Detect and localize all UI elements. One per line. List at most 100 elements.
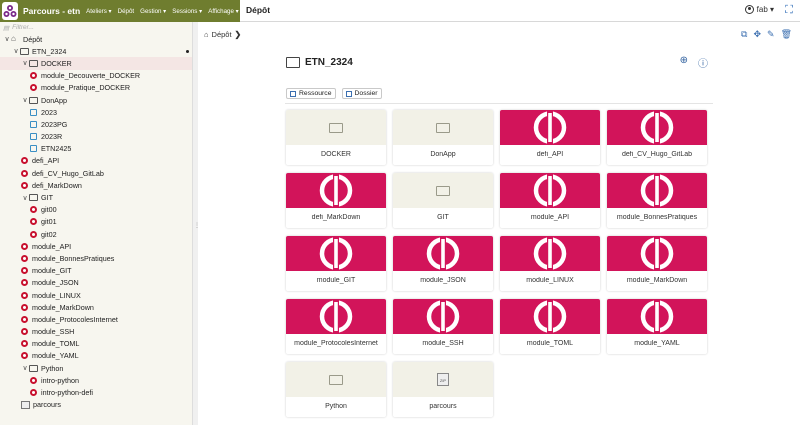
move-icon[interactable]: ✥ (753, 29, 761, 40)
item-card[interactable]: GIT (393, 173, 493, 228)
item-card[interactable]: module_JSON (393, 236, 493, 291)
tree-item[interactable]: git00 (0, 204, 192, 216)
item-card[interactable]: defi_MarkDown (286, 173, 386, 228)
add-ressource-label: Ressource (299, 90, 332, 97)
tree-item[interactable]: git01 (0, 216, 192, 228)
tree-item[interactable]: module_MarkDown (0, 301, 192, 313)
tree-item[interactable]: module_YAML (0, 350, 192, 362)
breadcrumb-depot[interactable]: Dépôt (212, 30, 232, 39)
item-card[interactable]: module_TOML (500, 299, 600, 354)
tree-item-label: GIT (41, 193, 53, 203)
chevron-down-icon[interactable]: ∨ (21, 194, 29, 202)
chevron-down-icon[interactable]: ∨ (21, 96, 29, 104)
tree-item-label: module_JSON (32, 278, 79, 288)
tree-item[interactable]: module_JSON (0, 277, 192, 289)
item-card[interactable]: DonApp (393, 110, 493, 165)
item-card[interactable]: module_SSH (393, 299, 493, 354)
tree-item[interactable]: ∨ GIT (0, 191, 192, 203)
chevron-down-icon[interactable]: ∨ (12, 47, 20, 55)
tree-item[interactable]: defi_MarkDown (0, 179, 192, 191)
add-ressource-button[interactable]: Ressource (286, 88, 336, 99)
item-card[interactable]: module_API (500, 173, 600, 228)
tree-item[interactable]: module_API (0, 240, 192, 252)
tree-item[interactable]: module_Decouverte_DOCKER (0, 70, 192, 82)
menu-ateliers[interactable]: Ateliers ▾ (86, 8, 111, 15)
edit-icon[interactable]: ✎ (767, 29, 775, 40)
item-card[interactable]: module_BonnesPratiques (607, 173, 707, 228)
app-logo-icon[interactable] (2, 2, 18, 20)
tree-filter-input[interactable]: ▤ Filtrer... (0, 22, 192, 33)
item-card-label: module_MarkDown (626, 277, 688, 284)
app-title[interactable]: Parcours - etn (23, 6, 80, 16)
tree-item-label: DonApp (41, 95, 67, 105)
import-icon[interactable]: ⧉ (741, 29, 747, 40)
tree-item[interactable]: intro-python (0, 374, 192, 386)
tree-item[interactable]: git02 (0, 228, 192, 240)
tree-item[interactable]: ∨ DOCKER (0, 57, 192, 70)
item-card[interactable]: module_GIT (286, 236, 386, 291)
tree-item[interactable]: 2023R (0, 131, 192, 143)
item-card-label: module_TOML (526, 340, 574, 347)
tree-item[interactable]: ∨ ETN_2324 (0, 45, 192, 57)
item-card[interactable]: module_ProtocolesInternet (286, 299, 386, 354)
item-card[interactable]: Python (286, 362, 386, 417)
tree-item[interactable]: module_ProtocolesInternet (0, 313, 192, 325)
add-dossier-button[interactable]: Dossier (341, 88, 382, 99)
menu-gestion[interactable]: Gestion ▾ (140, 8, 166, 15)
info-icon[interactable]: ⓘ (698, 55, 708, 70)
tree-item[interactable]: ∨ DonApp (0, 94, 192, 106)
item-card[interactable]: defi_CV_Hugo_GitLab (607, 110, 707, 165)
folder-icon (20, 47, 29, 55)
tree-item[interactable]: defi_API (0, 155, 192, 167)
tree-item[interactable]: intro-python-defi (0, 386, 192, 398)
user-menu[interactable]: fab ▾ (744, 5, 774, 14)
module-icon (21, 352, 28, 360)
tree-item[interactable]: module_TOML (0, 338, 192, 350)
tree-item[interactable]: 2023PG (0, 118, 192, 130)
sidebar-tree: ▤ Filtrer... ∨ ⌂ Dépôt ∨ ETN_2324 ∨ DOCKER modu… (0, 22, 193, 425)
module-icon (21, 267, 28, 275)
tree-item-label: git01 (41, 217, 57, 227)
tree-item[interactable]: module_GIT (0, 265, 192, 277)
add-dossier-label: Dossier (354, 90, 378, 97)
item-card[interactable]: module_LINUX (500, 236, 600, 291)
tree-item-label: intro-python-defi (41, 388, 93, 398)
item-card[interactable]: module_MarkDown (607, 236, 707, 291)
item-card[interactable]: module_YAML (607, 299, 707, 354)
item-card[interactable]: ZIP parcours (393, 362, 493, 417)
menu-sessions[interactable]: Sessions ▾ (172, 8, 202, 15)
tree-item-label: ETN2425 (41, 144, 72, 154)
tree-item[interactable]: 2023 (0, 106, 192, 118)
tree-item-label: module_GIT (32, 266, 72, 276)
breadcrumb-separator: ❯ (234, 30, 242, 39)
tree-item[interactable]: defi_CV_Hugo_GitLab (0, 167, 192, 179)
item-card[interactable]: DOCKER (286, 110, 386, 165)
tree-item[interactable]: ETN2425 (0, 143, 192, 155)
tree-item[interactable]: parcours (0, 399, 192, 411)
calendar-icon (30, 108, 37, 116)
item-card-label: GIT (437, 214, 449, 221)
globe-icon[interactable]: ⊕ (680, 55, 688, 70)
menu-depot[interactable]: Dépôt (118, 8, 135, 15)
user-icon (744, 5, 754, 14)
chevron-down-icon[interactable]: ∨ (3, 35, 11, 43)
tree-item[interactable]: ∨ ⌂ Dépôt (0, 33, 192, 45)
tree-item[interactable]: module_Pratique_DOCKER (0, 82, 192, 94)
tree-item-label: module_BonnesPratiques (32, 253, 115, 263)
toolbar-actions: ⧉ ✥ ✎ 🗑 (741, 29, 792, 40)
item-card-label: module_JSON (420, 277, 466, 284)
tree-item[interactable]: ∨ Python (0, 362, 192, 374)
trash-icon[interactable]: 🗑 (781, 29, 792, 40)
menu-affichage[interactable]: Affichage ▾ (208, 8, 239, 15)
tree-item[interactable]: module_BonnesPratiques (0, 252, 192, 264)
item-card[interactable]: defi_API (500, 110, 600, 165)
home-icon[interactable]: ⌂ (204, 30, 209, 39)
tree-item-label: Python (41, 363, 64, 373)
tree-item[interactable]: module_SSH (0, 326, 192, 338)
tree-item[interactable]: module_LINUX (0, 289, 192, 301)
fullscreen-icon[interactable]: ⛶ (783, 4, 795, 16)
tree-item-label: 2023R (41, 132, 63, 142)
chevron-down-icon[interactable]: ∨ (21, 59, 29, 67)
chevron-down-icon[interactable]: ∨ (21, 364, 29, 372)
item-card-label: DonApp (430, 151, 456, 158)
